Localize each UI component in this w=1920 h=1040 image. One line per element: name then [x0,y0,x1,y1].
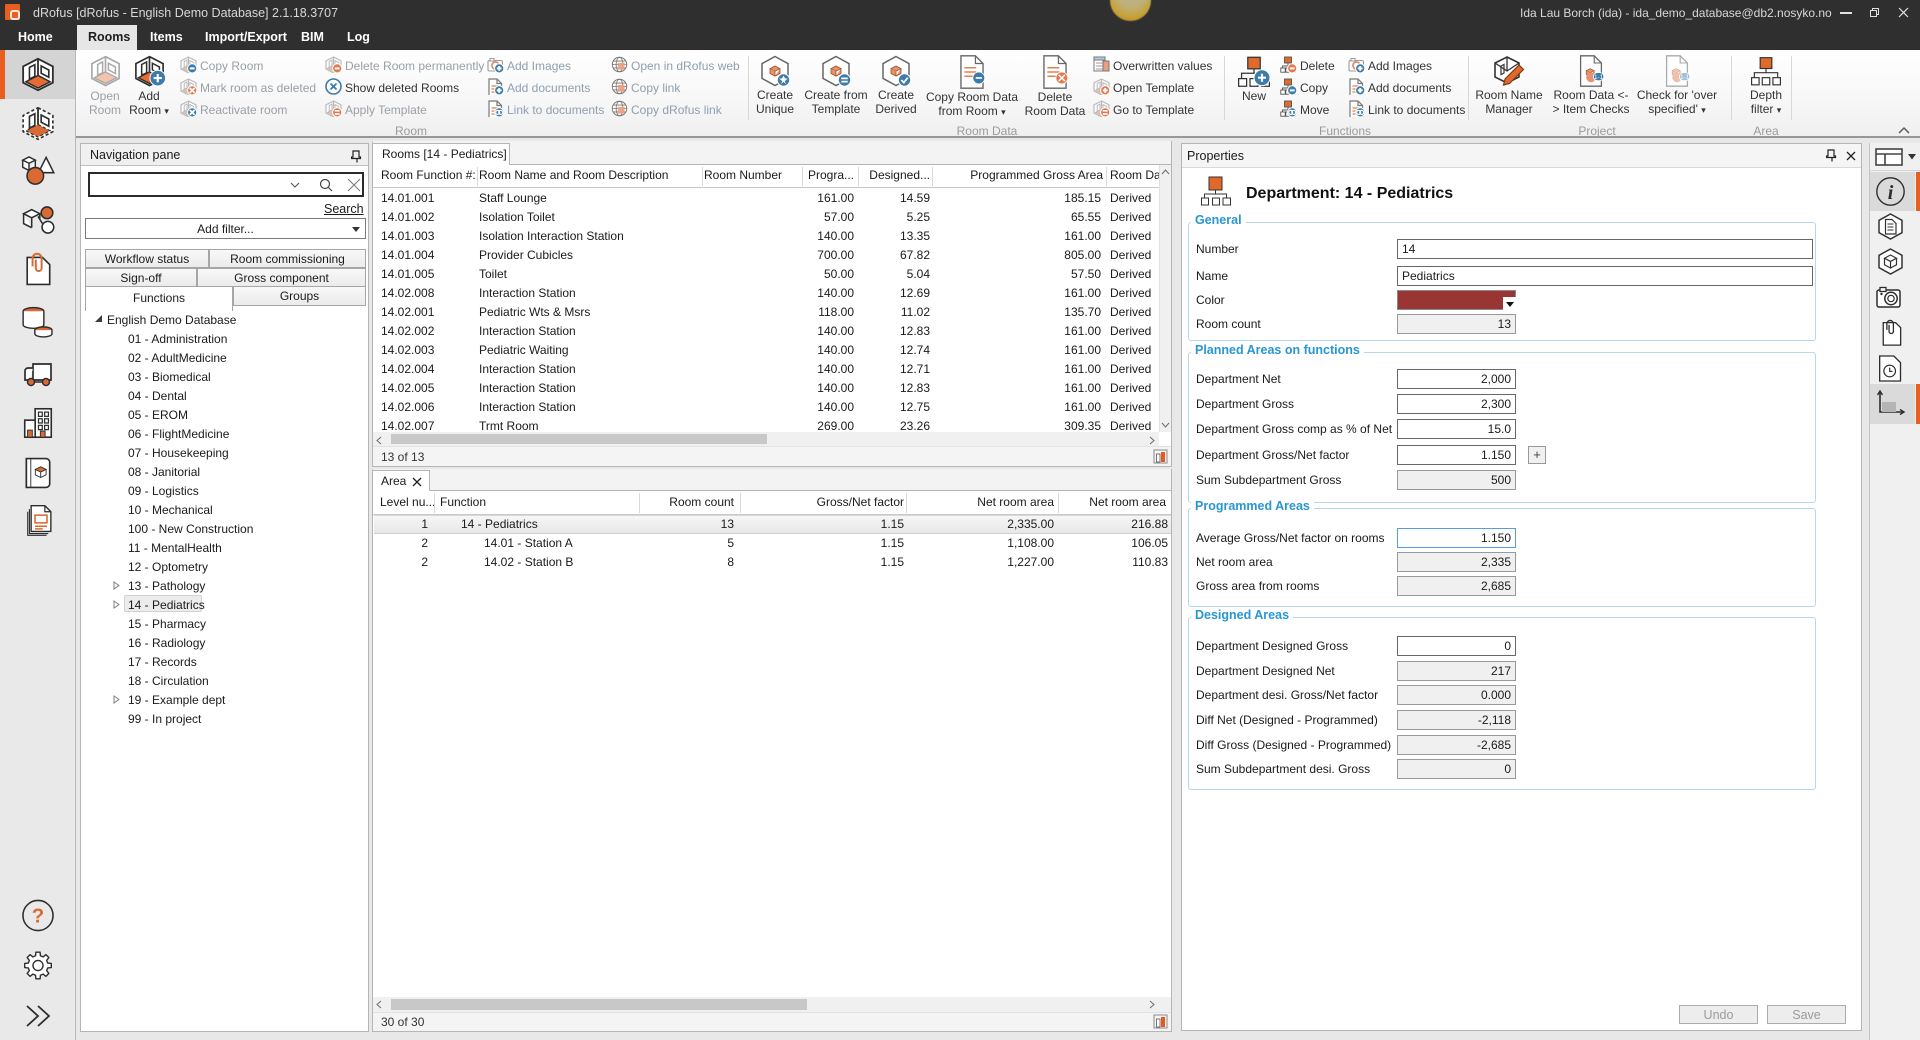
svg-text:1-1: 1-1 [1594,74,1604,81]
svg-text:1-1: 1-1 [1680,74,1690,81]
svg-text:i: i [1888,182,1894,204]
